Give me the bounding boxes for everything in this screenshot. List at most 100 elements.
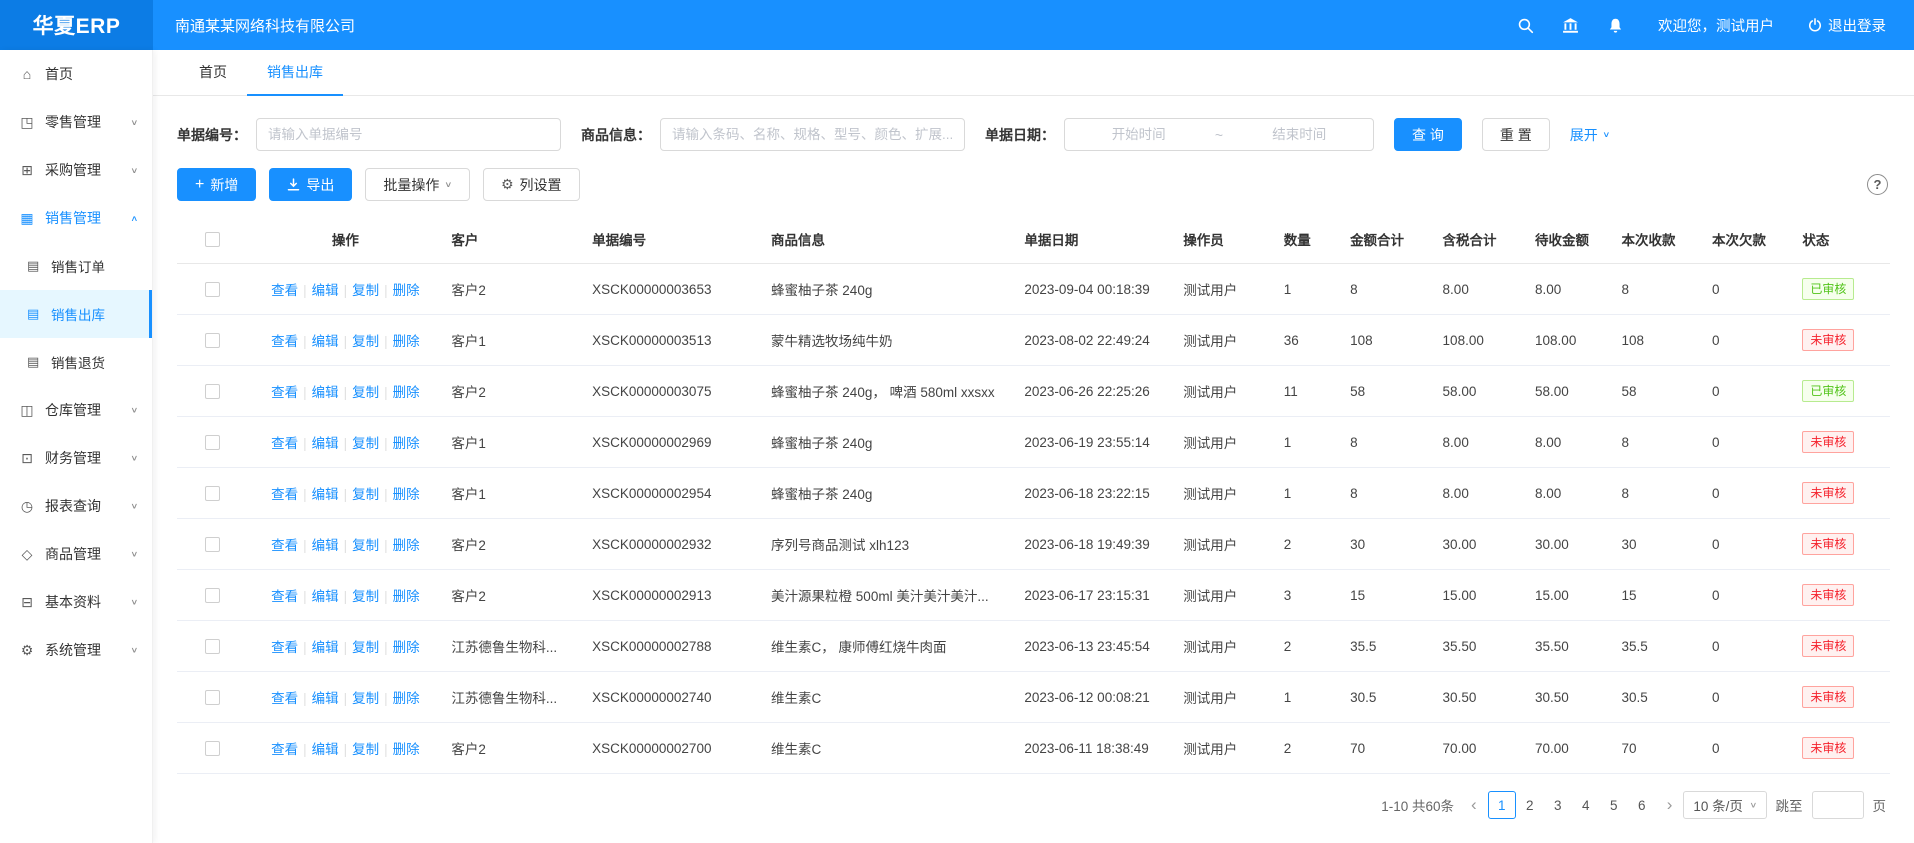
row-checkbox[interactable] <box>205 588 220 603</box>
delete-link[interactable]: 删除 <box>393 385 420 400</box>
row-checkbox[interactable] <box>205 282 220 297</box>
view-link[interactable]: 查看 <box>271 334 298 349</box>
copy-link[interactable]: 复制 <box>352 436 379 451</box>
date-start-input[interactable] <box>1073 127 1204 142</box>
edit-link[interactable]: 编辑 <box>312 385 339 400</box>
view-link[interactable]: 查看 <box>271 742 298 757</box>
search-icon[interactable] <box>1517 17 1534 34</box>
expand-link[interactable]: 展开 ∨ <box>1570 125 1610 145</box>
row-checkbox[interactable] <box>205 333 220 348</box>
next-page-button[interactable]: › <box>1665 795 1675 815</box>
sidebar-item-system[interactable]: ⚙系统管理∨ <box>0 626 152 674</box>
row-checkbox[interactable] <box>205 384 220 399</box>
export-button[interactable]: 导出 <box>269 168 352 201</box>
tab-0[interactable]: 首页 <box>179 50 247 96</box>
delete-link[interactable]: 删除 <box>393 640 420 655</box>
edit-link[interactable]: 编辑 <box>312 538 339 553</box>
reset-button[interactable]: 重 置 <box>1482 118 1550 151</box>
copy-link[interactable]: 复制 <box>352 640 379 655</box>
sidebar-subitem-0[interactable]: ▤销售订单 <box>0 242 152 290</box>
tab-1[interactable]: 销售出库 <box>247 50 343 96</box>
edit-link[interactable]: 编辑 <box>312 334 339 349</box>
copy-link[interactable]: 复制 <box>352 589 379 604</box>
edit-link[interactable]: 编辑 <box>312 283 339 298</box>
row-checkbox[interactable] <box>205 639 220 654</box>
sidebar-subitem-2[interactable]: ▤销售退货 <box>0 338 152 386</box>
row-checkbox[interactable] <box>205 690 220 705</box>
edit-link[interactable]: 编辑 <box>312 487 339 502</box>
row-checkbox[interactable] <box>205 486 220 501</box>
logout-button[interactable]: 退出登录 <box>1808 15 1886 36</box>
batch-operations-button[interactable]: 批量操作 ∨ <box>365 168 470 201</box>
copy-link[interactable]: 复制 <box>352 742 379 757</box>
sidebar-item-purchase[interactable]: ⊞采购管理∨ <box>0 146 152 194</box>
view-link[interactable]: 查看 <box>271 283 298 298</box>
sidebar-item-goods[interactable]: ◇商品管理∨ <box>0 530 152 578</box>
view-link[interactable]: 查看 <box>271 640 298 655</box>
delete-link[interactable]: 删除 <box>393 589 420 604</box>
page-button-4[interactable]: 4 <box>1572 791 1600 819</box>
page-size-select[interactable]: 10 条/页 ∨ <box>1683 791 1766 819</box>
receivable-cell: 58.00 <box>1527 366 1613 417</box>
view-link[interactable]: 查看 <box>271 538 298 553</box>
delete-link[interactable]: 删除 <box>393 283 420 298</box>
edit-link[interactable]: 编辑 <box>312 691 339 706</box>
prev-page-button[interactable]: ‹ <box>1469 795 1479 815</box>
copy-link[interactable]: 复制 <box>352 283 379 298</box>
sidebar-item-label: 报表查询 <box>45 496 101 516</box>
sidebar-item-finance[interactable]: ⊡财务管理∨ <box>0 434 152 482</box>
sidebar-item-base[interactable]: ⊟基本资料∨ <box>0 578 152 626</box>
page-button-6[interactable]: 6 <box>1628 791 1656 819</box>
page-button-2[interactable]: 2 <box>1516 791 1544 819</box>
tax-total-cell: 70.00 <box>1435 723 1527 774</box>
copy-link[interactable]: 复制 <box>352 691 379 706</box>
delete-link[interactable]: 删除 <box>393 334 420 349</box>
sidebar-item-report[interactable]: ◷报表查询∨ <box>0 482 152 530</box>
view-link[interactable]: 查看 <box>271 436 298 451</box>
delete-link[interactable]: 删除 <box>393 742 420 757</box>
bank-icon[interactable] <box>1562 17 1579 34</box>
delete-link[interactable]: 删除 <box>393 487 420 502</box>
sidebar-item-label: 系统管理 <box>45 640 101 660</box>
edit-link[interactable]: 编辑 <box>312 436 339 451</box>
view-link[interactable]: 查看 <box>271 385 298 400</box>
page-button-1[interactable]: 1 <box>1488 791 1516 819</box>
row-checkbox[interactable] <box>205 741 220 756</box>
delete-link[interactable]: 删除 <box>393 538 420 553</box>
add-button[interactable]: + 新增 <box>177 168 256 201</box>
copy-link[interactable]: 复制 <box>352 385 379 400</box>
copy-link[interactable]: 复制 <box>352 538 379 553</box>
page-button-5[interactable]: 5 <box>1600 791 1628 819</box>
sidebar-subitem-1[interactable]: ▤销售出库 <box>0 290 152 338</box>
delete-link[interactable]: 删除 <box>393 436 420 451</box>
sidebar-item-warehouse[interactable]: ◫仓库管理∨ <box>0 386 152 434</box>
sidebar-menu: ⌂首页◳零售管理∨⊞采购管理∨▦销售管理∧▤销售订单▤销售出库▤销售退货◫仓库管… <box>0 50 152 674</box>
edit-link[interactable]: 编辑 <box>312 640 339 655</box>
product-cell: 维生素C <box>763 723 1016 774</box>
view-link[interactable]: 查看 <box>271 589 298 604</box>
view-link[interactable]: 查看 <box>271 691 298 706</box>
column-settings-button[interactable]: ⚙ 列设置 <box>483 168 580 201</box>
product-info-input[interactable] <box>660 118 965 151</box>
bell-icon[interactable] <box>1607 17 1624 34</box>
row-checkbox[interactable] <box>205 435 220 450</box>
search-button[interactable]: 查 询 <box>1394 118 1462 151</box>
tab-label: 销售出库 <box>267 62 323 82</box>
date-range-picker[interactable]: ~ <box>1064 118 1374 151</box>
sidebar-item-home[interactable]: ⌂首页 <box>0 50 152 98</box>
page-button-3[interactable]: 3 <box>1544 791 1572 819</box>
row-checkbox[interactable] <box>205 537 220 552</box>
view-link[interactable]: 查看 <box>271 487 298 502</box>
sidebar-item-sales[interactable]: ▦销售管理∧ <box>0 194 152 242</box>
select-all-checkbox[interactable] <box>205 232 220 247</box>
edit-link[interactable]: 编辑 <box>312 742 339 757</box>
copy-link[interactable]: 复制 <box>352 334 379 349</box>
help-icon[interactable]: ? <box>1867 174 1888 195</box>
bill-no-input[interactable] <box>256 118 561 151</box>
date-end-input[interactable] <box>1234 127 1365 142</box>
sidebar-item-retail[interactable]: ◳零售管理∨ <box>0 98 152 146</box>
edit-link[interactable]: 编辑 <box>312 589 339 604</box>
jump-page-input[interactable] <box>1812 791 1864 819</box>
copy-link[interactable]: 复制 <box>352 487 379 502</box>
delete-link[interactable]: 删除 <box>393 691 420 706</box>
